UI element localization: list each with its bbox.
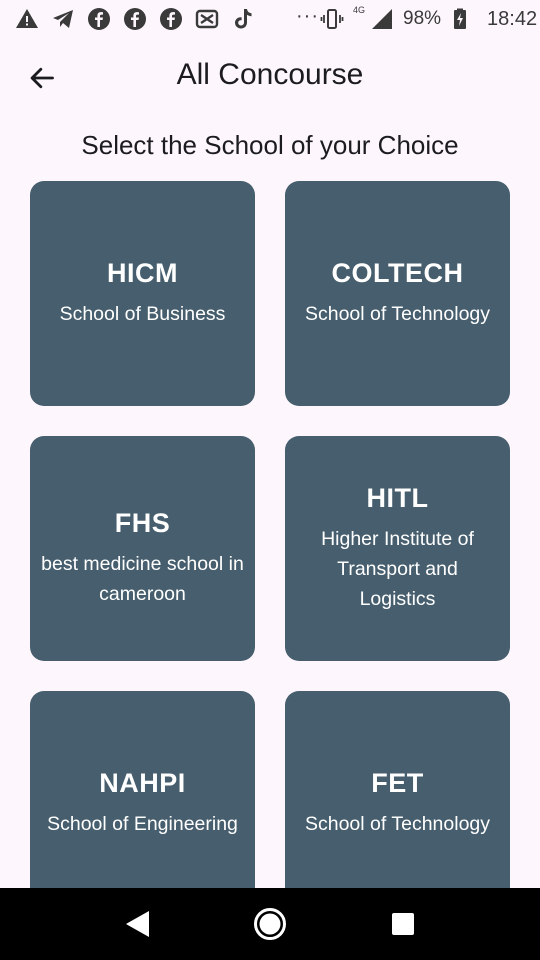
page-title: All Concourse bbox=[176, 58, 364, 91]
tiktok-icon bbox=[230, 6, 256, 32]
network-type-label: 4G bbox=[352, 5, 365, 15]
facebook-icon bbox=[122, 6, 148, 32]
school-grid: HICM School of Business COLTECH School o… bbox=[30, 181, 510, 916]
school-card-nahpi[interactable]: NAHPI School of Engineering bbox=[30, 691, 255, 916]
school-name: NAHPI bbox=[99, 768, 186, 798]
square-recents-icon bbox=[392, 913, 415, 935]
school-card-hitl[interactable]: HITL Higher Institute of Transport and L… bbox=[285, 436, 510, 661]
clock: 18:42 bbox=[487, 7, 538, 30]
school-description: School of Technology bbox=[304, 303, 491, 325]
telegram-icon bbox=[50, 6, 76, 32]
school-description: Higher Institute of Transport and Logist… bbox=[321, 528, 474, 610]
status-bar: ··· 4G 98% 18:42 bbox=[0, 0, 540, 38]
school-card-coltech[interactable]: COLTECH School of Technology bbox=[285, 181, 510, 406]
school-name: HITL bbox=[366, 483, 429, 513]
school-card-fet[interactable]: FET School of Technology bbox=[285, 691, 510, 916]
facebook-icon bbox=[86, 6, 112, 32]
nav-back-button[interactable] bbox=[107, 894, 167, 954]
nav-home-button[interactable] bbox=[240, 894, 300, 954]
school-name: FHS bbox=[114, 508, 171, 538]
vibrate-icon bbox=[319, 6, 345, 32]
nav-recents-button[interactable] bbox=[373, 894, 433, 954]
school-name: FET bbox=[371, 768, 424, 798]
school-name: COLTECH bbox=[331, 258, 464, 288]
triangle-back-icon bbox=[125, 911, 149, 937]
school-description: School of Business bbox=[59, 303, 226, 325]
section-subtitle: Select the School of your Choice bbox=[81, 130, 459, 160]
system-nav-bar bbox=[0, 888, 540, 960]
screen: ··· 4G 98% 18:42 All Concourse Select th… bbox=[0, 0, 540, 960]
circle-home-icon bbox=[253, 908, 286, 940]
capcut-icon bbox=[194, 6, 220, 32]
more-notifications-indicator: ··· bbox=[296, 4, 319, 27]
school-card-fhs[interactable]: FHS best medicine school in cameroon bbox=[30, 436, 255, 661]
app-bar: All Concourse bbox=[0, 38, 540, 118]
signal-icon bbox=[369, 6, 395, 32]
school-description: best medicine school in cameroon bbox=[41, 553, 244, 605]
school-description: School of Engineering bbox=[47, 813, 238, 835]
battery-charging-icon bbox=[447, 6, 473, 32]
school-name: HICM bbox=[107, 258, 178, 288]
battery-percentage: 98% bbox=[403, 8, 442, 29]
school-card-hicm[interactable]: HICM School of Business bbox=[30, 181, 255, 406]
facebook-icon bbox=[158, 6, 184, 32]
alert-triangle-icon bbox=[14, 6, 40, 32]
school-description: School of Technology bbox=[304, 813, 491, 835]
